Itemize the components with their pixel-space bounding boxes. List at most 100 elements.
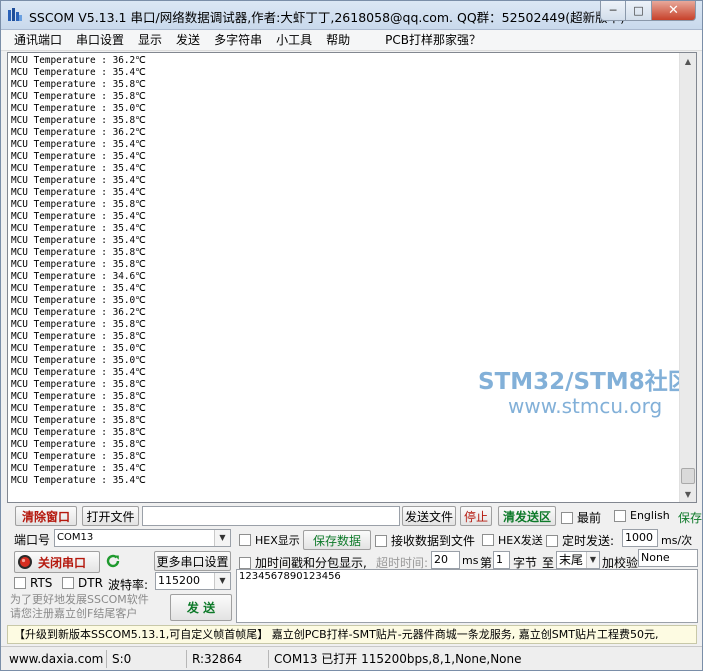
baud-value: 115200 bbox=[158, 574, 200, 587]
status-received-count: R:32864 bbox=[187, 649, 269, 668]
receive-line: MCU Temperature : 35.4℃ bbox=[11, 463, 146, 474]
to-value: 末尾 bbox=[559, 553, 584, 567]
timed-send-box[interactable] bbox=[546, 534, 558, 547]
menu-comm-port[interactable]: 通讯端口 bbox=[1, 30, 69, 51]
menu-multi-string[interactable]: 多字符串 bbox=[207, 30, 269, 51]
english-box[interactable] bbox=[614, 509, 626, 522]
hex-send-checkbox[interactable]: HEX发送 bbox=[482, 532, 543, 548]
receive-line: MCU Temperature : 35.8℃ bbox=[11, 439, 146, 450]
timed-send-checkbox[interactable]: 定时发送: bbox=[546, 532, 614, 549]
receive-line: MCU Temperature : 35.4℃ bbox=[11, 211, 146, 222]
send-button-label: 发 送 bbox=[186, 601, 216, 615]
receive-line: MCU Temperature : 35.8℃ bbox=[11, 91, 146, 102]
maximize-button[interactable]: □ bbox=[626, 1, 652, 21]
receive-line: MCU Temperature : 35.4℃ bbox=[11, 235, 146, 246]
menu-pcb[interactable]: PCB打样那家强？ bbox=[357, 30, 488, 51]
save-data-button[interactable]: 保存数据 bbox=[303, 530, 371, 550]
send-file-button[interactable]: 发送文件 bbox=[402, 506, 456, 526]
dtr-label: DTR bbox=[78, 576, 103, 590]
rts-checkbox[interactable]: RTS bbox=[14, 576, 52, 590]
baud-label: 波特率: bbox=[108, 578, 149, 592]
to-dropdown-icon[interactable]: ▼ bbox=[586, 552, 599, 568]
receive-line: MCU Temperature : 36.2℃ bbox=[11, 55, 146, 66]
receive-line: MCU Temperature : 35.4℃ bbox=[11, 283, 146, 294]
status-website[interactable]: www.daxia.com bbox=[1, 649, 107, 668]
menu-display[interactable]: 显示 bbox=[131, 30, 169, 51]
news-ticker[interactable]: 【升级到新版本SSCOM5.13.1,可自定义帧首帧尾】 嘉立创PCB打样-SM… bbox=[7, 625, 697, 644]
receive-line: MCU Temperature : 35.8℃ bbox=[11, 259, 146, 270]
receive-line: MCU Temperature : 35.0℃ bbox=[11, 103, 146, 114]
recv-to-file-box[interactable] bbox=[375, 534, 387, 547]
checksum-value: None bbox=[641, 551, 670, 564]
minimize-icon: ─ bbox=[609, 4, 617, 17]
recv-to-file-checkbox[interactable]: 接收数据到文件 bbox=[375, 532, 475, 549]
interval-input[interactable]: 1000 bbox=[622, 529, 658, 547]
save-param-label[interactable]: 保存 bbox=[678, 509, 702, 526]
refresh-icon[interactable] bbox=[105, 553, 121, 569]
byte-pos-value: 1 bbox=[496, 553, 503, 566]
receive-line: MCU Temperature : 35.4℃ bbox=[11, 163, 146, 174]
scroll-up-icon[interactable]: ▲ bbox=[680, 53, 696, 69]
dtr-checkbox[interactable]: DTR bbox=[62, 576, 103, 590]
english-label: English bbox=[630, 509, 670, 522]
menu-send[interactable]: 发送 bbox=[169, 30, 207, 51]
window-title: SSCOM V5.13.1 串口/网络数据调试器,作者:大虾丁丁,2618058… bbox=[29, 10, 626, 25]
receive-line: MCU Temperature : 35.8℃ bbox=[11, 247, 146, 258]
port-select[interactable]: COM13 ▼ bbox=[54, 529, 231, 547]
open-file-label: 打开文件 bbox=[86, 509, 135, 524]
timeout-input[interactable]: 20 bbox=[431, 551, 460, 569]
minimize-button[interactable]: ─ bbox=[600, 1, 626, 21]
receive-line: MCU Temperature : 35.8℃ bbox=[11, 403, 146, 414]
checksum-select[interactable]: None bbox=[638, 549, 698, 567]
send-button[interactable]: 发 送 bbox=[170, 594, 232, 621]
window-controls: ─ □ ✕ bbox=[600, 1, 696, 21]
menu-help[interactable]: 帮助 bbox=[319, 30, 357, 51]
send-file-label: 发送文件 bbox=[404, 509, 453, 524]
receive-line: MCU Temperature : 35.4℃ bbox=[11, 175, 146, 186]
hex-display-checkbox[interactable]: HEX显示 bbox=[239, 532, 300, 548]
close-port-button[interactable]: 关闭串口 bbox=[14, 551, 100, 573]
menu-tools[interactable]: 小工具 bbox=[269, 30, 319, 51]
dtr-box[interactable] bbox=[62, 577, 74, 589]
hex-send-box[interactable] bbox=[482, 534, 494, 546]
topmost-box[interactable] bbox=[561, 511, 573, 524]
close-icon: ✕ bbox=[668, 3, 679, 18]
maximize-icon: □ bbox=[633, 4, 644, 17]
timestamp-box[interactable] bbox=[239, 556, 251, 569]
file-path-input[interactable] bbox=[142, 506, 400, 526]
byte-pos-input[interactable]: 1 bbox=[493, 551, 510, 569]
more-settings-button[interactable]: 更多串口设置 bbox=[154, 551, 231, 571]
sscom-window: SSCOM V5.13.1 串口/网络数据调试器,作者:大虾丁丁,2618058… bbox=[0, 0, 703, 671]
stop-button[interactable]: 停止 bbox=[460, 506, 492, 526]
english-checkbox[interactable]: English bbox=[614, 509, 670, 522]
receive-line: MCU Temperature : 36.2℃ bbox=[11, 127, 146, 138]
title-bar[interactable]: SSCOM V5.13.1 串口/网络数据调试器,作者:大虾丁丁,2618058… bbox=[1, 1, 702, 30]
clear-window-button[interactable]: 清除窗口 bbox=[15, 506, 77, 526]
rts-box[interactable] bbox=[14, 577, 26, 589]
baud-dropdown-icon[interactable]: ▼ bbox=[214, 573, 230, 589]
scroll-thumb[interactable] bbox=[681, 468, 695, 484]
baud-select[interactable]: 115200 ▼ bbox=[155, 572, 231, 590]
status-bar: www.daxia.com S:0 R:32864 COM13 已打开 1152… bbox=[1, 646, 702, 670]
timeout-value: 20 bbox=[434, 553, 448, 566]
receive-line: MCU Temperature : 35.4℃ bbox=[11, 367, 146, 378]
receive-line: MCU Temperature : 34.6℃ bbox=[11, 271, 146, 282]
rts-label: RTS bbox=[30, 576, 53, 590]
menu-serial-settings[interactable]: 串口设置 bbox=[69, 30, 131, 51]
clear-send-button[interactable]: 清发送区 bbox=[498, 506, 556, 526]
open-file-button[interactable]: 打开文件 bbox=[82, 506, 139, 526]
hex-display-box[interactable] bbox=[239, 534, 251, 546]
receive-line: MCU Temperature : 35.8℃ bbox=[11, 331, 146, 342]
to-select[interactable]: 末尾 ▼ bbox=[556, 551, 600, 569]
scroll-down-icon[interactable]: ▼ bbox=[680, 486, 696, 502]
receive-line: MCU Temperature : 35.8℃ bbox=[11, 391, 146, 402]
receive-scrollbar[interactable]: ▲ ▼ bbox=[679, 53, 696, 502]
stop-label: 停止 bbox=[463, 509, 488, 524]
status-port-state: COM13 已打开 115200bps,8,1,None,None bbox=[274, 651, 522, 666]
hex-send-label: HEX发送 bbox=[498, 534, 543, 547]
receive-text-area[interactable]: MCU Temperature : 36.2℃ MCU Temperature :… bbox=[7, 52, 697, 503]
port-dropdown-icon[interactable]: ▼ bbox=[214, 530, 230, 546]
send-text-area[interactable]: 1234567890123456 bbox=[236, 569, 698, 623]
topmost-checkbox[interactable]: 最前 bbox=[561, 509, 601, 526]
close-button[interactable]: ✕ bbox=[652, 1, 696, 21]
